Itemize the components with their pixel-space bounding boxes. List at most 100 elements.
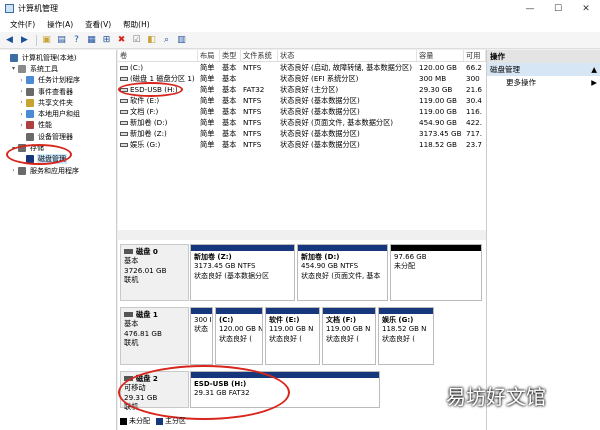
expand-caret-icon[interactable]: › (18, 99, 25, 106)
expand-caret-icon[interactable]: › (10, 167, 17, 174)
cell-type: 基本 (220, 85, 241, 95)
help-icon[interactable]: ? (70, 34, 83, 47)
tree-item[interactable]: › 共享文件夹 (0, 97, 116, 108)
minimize-button[interactable]: — (516, 0, 544, 17)
forward-arrow-icon[interactable]: ▶ (18, 34, 31, 47)
legend-swatch-unallocated (120, 417, 127, 425)
back-arrow-icon[interactable]: ◀ (3, 34, 16, 47)
tree-item[interactable]: 设备管理器 (0, 131, 116, 142)
cell-status: 状态良好 (主分区) (278, 85, 417, 95)
volume-row[interactable]: (C:) 简单 基本 NTFS 状态良好 (启动, 故障转储, 基本数据分区) 120.0… (118, 62, 486, 73)
cell-capacity: 29.30 GB (417, 85, 464, 94)
column-layout[interactable]: 布局 (198, 50, 220, 61)
column-volume[interactable]: 卷 (118, 50, 198, 61)
volume-row[interactable]: 软件 (E:) 简单 基本 NTFS 状态良好 (基本数据分区) 119.00 GB 30.… (118, 95, 486, 106)
open-folder-icon[interactable]: ◧ (145, 34, 158, 47)
tree-item[interactable]: › 事件查看器 (0, 86, 116, 97)
menu-view[interactable]: 查看(V) (79, 19, 117, 30)
volume-list-header: 卷 布局 类型 文件系统 状态 容量 可用 (118, 50, 486, 62)
expand-caret-icon[interactable]: › (18, 122, 25, 129)
partition-block[interactable]: 娱乐 (G:) 118.52 GB N 状态良好 ( (378, 307, 434, 365)
delete-icon[interactable]: ✖ (115, 34, 128, 47)
cell-layout: 简单 (198, 74, 220, 84)
list-view-icon[interactable]: ▦ (85, 34, 98, 47)
disk-name-text: 磁盘 0 (136, 247, 158, 256)
red-circle-annotation (6, 144, 72, 165)
partition-size: 119.00 GB N (326, 325, 371, 334)
partition-status: 状态良好 (页面文件, 基本 (301, 271, 381, 280)
expand-caret-icon[interactable]: › (18, 88, 25, 95)
partition-block[interactable]: 文档 (F:) 119.00 GB N 状态良好 ( (322, 307, 376, 365)
red-circle-annotation (118, 82, 183, 97)
cell-text: 3173.45 GB (419, 129, 462, 138)
cell-layout: 简单 (198, 96, 220, 106)
volume-row[interactable]: (磁盘 1 磁盘分区 1) 简单 基本 状态良好 (EFI 系统分区) 300 MB 30… (118, 73, 486, 84)
disk-status: 联机 (124, 338, 139, 348)
column-type[interactable]: 类型 (220, 50, 241, 61)
menu-help[interactable]: 帮助(H) (117, 19, 156, 30)
column-filesystem[interactable]: 文件系统 (241, 50, 278, 61)
expand-caret-icon[interactable]: ▾ (10, 65, 17, 72)
actions-group-disk-management[interactable]: 磁盘管理 ▲ (487, 63, 600, 76)
check-icon[interactable]: ☑ (130, 34, 143, 47)
partition-size: 97.66 GB (394, 253, 427, 261)
disk-info[interactable]: 磁盘 1 基本 476.81 GB 联机 (120, 307, 189, 365)
cell-text: 基本 (222, 84, 237, 94)
disk-info[interactable]: 磁盘 0 基本 3726.01 GB 联机 (120, 244, 189, 301)
cell-text: NTFS (243, 118, 262, 127)
expand-caret-icon[interactable]: › (18, 77, 25, 84)
computer-icon (10, 53, 18, 62)
tree-item[interactable]: › 本地用户和组 (0, 108, 116, 119)
partition-block[interactable]: (C:) 120.00 GB N 状态良好 ( (215, 307, 263, 365)
properties-icon[interactable]: ▤ (55, 34, 68, 47)
cell-type: 基本 (220, 63, 241, 73)
cell-text: 119.00 GB (419, 107, 457, 116)
column-capacity[interactable]: 容量 (417, 50, 464, 61)
tree-item[interactable]: › 性能 (0, 120, 116, 131)
up-folder-icon[interactable]: ▣ (40, 34, 53, 47)
volume-row[interactable]: 文档 (F:) 简单 基本 NTFS 状态良好 (基本数据分区) 119.00 GB 116… (118, 106, 486, 117)
cell-layout: 简单 (198, 85, 220, 95)
maximize-button[interactable]: ☐ (544, 0, 572, 17)
expand-caret-icon[interactable]: › (18, 111, 25, 118)
cell-filesystem: NTFS (241, 140, 278, 149)
volume-row[interactable]: 新加卷 (D:) 简单 基本 NTFS 状态良好 (页面文件, 基本数据分区) 454.9… (118, 117, 486, 128)
cell-free: 300 (464, 74, 486, 83)
computer-management-icon (5, 4, 14, 13)
cell-text: 简单 (200, 139, 215, 149)
view-icon[interactable]: ▥ (175, 34, 188, 47)
cell-text: 娱乐 (G:) (130, 139, 161, 149)
partition-block[interactable]: 97.66 GB 未分配 (390, 244, 482, 301)
submenu-arrow-icon: ▶ (591, 78, 597, 87)
partition-block[interactable]: 软件 (E:) 119.00 GB N 状态良好 ( (265, 307, 320, 365)
cell-text: 基本 (222, 106, 237, 116)
cell-text: 基本 (222, 95, 237, 105)
close-button[interactable]: ✕ (572, 0, 600, 17)
column-status[interactable]: 状态 (278, 50, 417, 61)
partition-block[interactable]: 新加卷 (D:) 454.90 GB NTFS 状态良好 (页面文件, 基本 (297, 244, 388, 301)
connect-icon[interactable]: ⊞ (100, 34, 113, 47)
horizontal-scrollbar[interactable] (118, 230, 486, 240)
volume-row[interactable]: 娱乐 (G:) 简单 基本 NTFS 状态良好 (基本数据分区) 118.52 GB 23.… (118, 139, 486, 150)
cell-text: NTFS (243, 129, 262, 138)
tree-item[interactable]: 计算机管理(本地) (0, 52, 116, 63)
partition-status: 状态良好 (基本数据分区 (194, 271, 269, 280)
partition-block[interactable]: 新加卷 (Z:) 3173.45 GB NTFS 状态良好 (基本数据分区 (190, 244, 295, 301)
partition-size: 300 I (194, 316, 212, 324)
tree-item[interactable]: › 服务和应用程序 (0, 165, 116, 176)
volume-row[interactable]: 新加卷 (Z:) 简单 基本 NTFS 状态良好 (基本数据分区) 3173.45 GB 7… (118, 128, 486, 139)
tree-item[interactable]: ▾ 系统工具 (0, 63, 116, 74)
legend-label-primary: 主分区 (165, 417, 186, 425)
cell-text: 简单 (200, 117, 215, 127)
collapse-up-icon[interactable]: ▲ (591, 65, 597, 74)
menu-file[interactable]: 文件(F) (4, 19, 41, 30)
cell-text: 简单 (200, 128, 215, 138)
more-actions[interactable]: 更多操作 ▶ (487, 76, 600, 89)
column-free[interactable]: 可用 (464, 50, 486, 61)
disk-name: 磁盘 1 (124, 310, 185, 319)
disk-size: 3726.01 GB (124, 265, 167, 275)
tree-item[interactable]: › 任务计划程序 (0, 75, 116, 86)
search-disk-icon[interactable]: ⌕ (160, 34, 173, 47)
menu-action[interactable]: 操作(A) (41, 19, 79, 30)
partition-block[interactable]: 300 I 状态 (190, 307, 213, 365)
